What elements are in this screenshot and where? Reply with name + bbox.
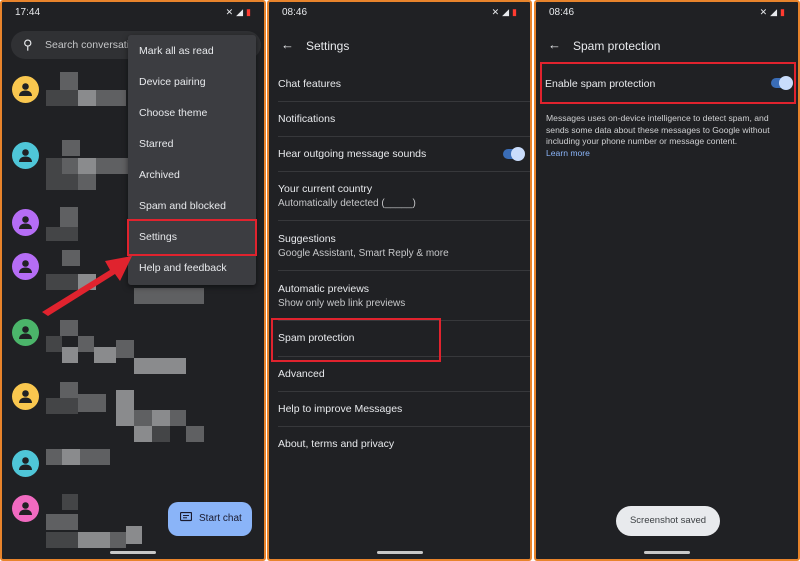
status-bar: 08:46 ✕◢▮ [282,7,520,21]
setting-current-country[interactable]: Your current country Automatically detec… [278,171,530,221]
setting-title: Chat features [278,78,342,90]
learn-more-link[interactable]: Learn more [546,148,590,158]
chat-icon [180,512,192,522]
setting-title: Automatic previews [278,283,370,295]
setting-title: Hear outgoing message sounds [278,148,427,160]
setting-subtitle: Show only web link previews [278,298,406,309]
setting-title: About, terms and privacy [278,438,395,450]
start-chat-button[interactable]: Start chat [168,502,252,536]
enable-spam-highlight-box [540,62,796,104]
start-chat-label: Start chat [199,513,242,524]
gesture-nav-bar[interactable] [376,551,423,554]
signal-icon: ◢ [502,7,513,17]
setting-title: Your current country [278,183,373,195]
red-arrow-annotation [42,256,132,316]
setting-subtitle: Google Assistant, Smart Reply & more [278,248,449,259]
status-bar: 08:46 ✕◢▮ [549,7,788,21]
mute-icon: ✕ [491,7,503,17]
status-icons: ✕◢▮ [492,7,520,18]
setting-outgoing-sounds[interactable]: Hear outgoing message sounds [278,136,530,172]
setting-suggestions[interactable]: Suggestions Google Assistant, Smart Repl… [278,220,530,271]
setting-about[interactable]: About, terms and privacy [278,426,530,461]
setting-notifications[interactable]: Notifications [278,101,530,137]
page-title: Spam protection [573,39,661,53]
settings-panel: 08:46 ✕◢▮ ← Settings Chat features Notif… [267,0,532,561]
messages-conversations-panel: 17:44 ✕◢▮ ⚲ Search conversati Mark all a… [0,0,266,561]
status-time: 08:46 [549,7,575,18]
setting-title: Advanced [278,368,325,380]
gesture-nav-bar[interactable] [644,551,690,554]
setting-chat-features[interactable]: Chat features [278,66,530,102]
spam-protection-panel: 08:46 ✕◢▮ ← Spam protection Enable spam … [534,0,800,561]
back-arrow-icon[interactable]: ← [281,37,294,52]
outgoing-sounds-toggle[interactable] [503,147,525,161]
setting-subtitle: Automatically detected (_____) [278,198,416,209]
page-title: Settings [306,39,350,53]
back-arrow-icon[interactable]: ← [548,37,561,52]
screenshot-saved-toast: Screenshot saved [616,506,720,536]
battery-icon: ▮ [512,7,520,17]
setting-title: Notifications [278,113,336,125]
battery-icon: ▮ [780,7,788,17]
setting-title: Suggestions [278,233,336,245]
status-icons: ✕◢▮ [760,7,788,18]
status-time: 08:46 [282,7,308,18]
signal-icon: ◢ [770,7,781,17]
setting-title: Help to improve Messages [278,403,403,415]
spam-description: Messages uses on-device intelligence to … [546,113,792,159]
mute-icon: ✕ [759,7,771,17]
setting-advanced[interactable]: Advanced [278,356,530,392]
gesture-nav-bar[interactable] [110,551,156,554]
setting-help-improve[interactable]: Help to improve Messages [278,391,530,427]
setting-automatic-previews[interactable]: Automatic previews Show only web link pr… [278,270,530,321]
spam-description-text: Messages uses on-device intelligence to … [546,113,770,146]
